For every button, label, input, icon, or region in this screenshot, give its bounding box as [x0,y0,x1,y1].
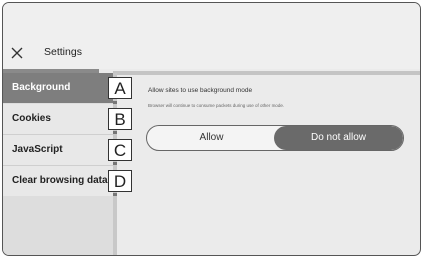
close-icon[interactable] [10,46,24,60]
callout-label-d: D [108,170,132,192]
scroll-marker [113,131,117,134]
callout-label-c: C [108,139,132,161]
sidebar-item-javascript[interactable]: JavaScript [3,135,113,165]
sidebar-item-background[interactable]: Background [3,73,113,103]
setting-description: Browser will continue to consume packets… [148,103,285,108]
allow-option[interactable]: Allow [147,126,276,150]
do-not-allow-option[interactable]: Do not allow [274,126,403,150]
callout-label-b: B [108,108,132,130]
setting-heading: Allow sites to use background mode [148,87,253,94]
sidebar-item-clear-browsing-data[interactable]: Clear browsing data [3,166,113,196]
scroll-marker [113,101,117,104]
scroll-marker [113,162,117,165]
scroll-marker [113,193,117,196]
header-divider [113,71,420,75]
settings-screen: Settings Background Cookies JavaScript C… [2,2,421,256]
callout-label-a: A [108,77,132,99]
background-mode-toggle: Allow Do not allow [146,125,404,151]
page-title: Settings [44,46,82,58]
sidebar-item-cookies[interactable]: Cookies [3,104,113,134]
header: Settings [3,3,420,69]
